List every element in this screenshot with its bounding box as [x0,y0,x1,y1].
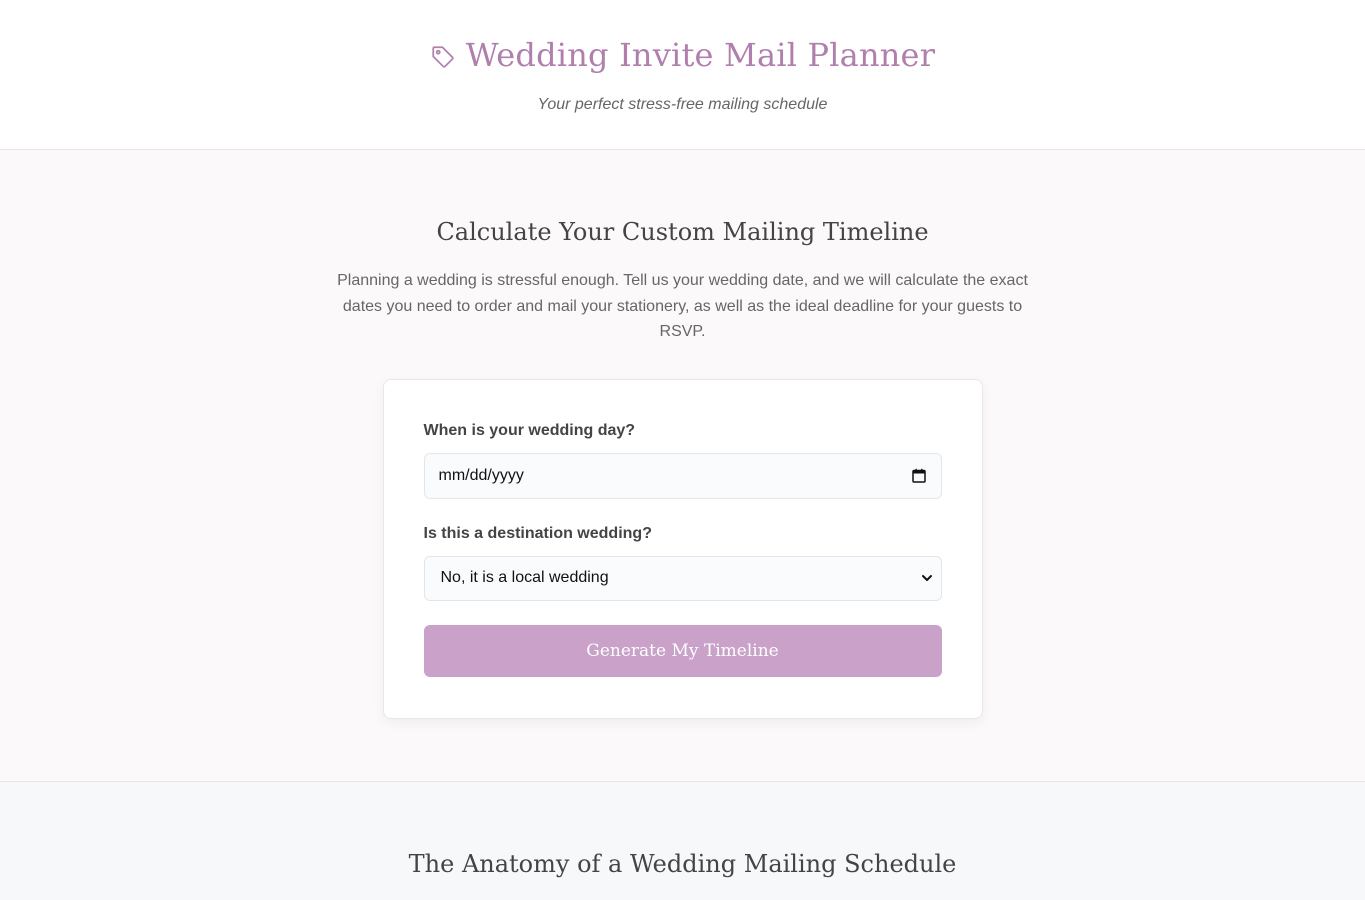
tag-icon [430,44,456,70]
calculator-intro: Planning a wedding is stressful enough. … [337,272,1028,340]
destination-selected-value: No, it is a local wedding [440,569,609,586]
title-row: Wedding Invite Mail Planner [0,36,1365,74]
calendar-icon[interactable] [911,468,927,484]
tagline: Your perfect stress-free mailing schedul… [537,96,828,113]
anatomy-heading: The Anatomy of a Wedding Mailing Schedul… [408,850,957,878]
anatomy-section: The Anatomy of a Wedding Mailing Schedul… [0,782,1365,900]
destination-label: Is this a destination wedding? [423,524,652,542]
wedding-date-input[interactable]: mm/dd/yyyy [423,452,942,499]
wedding-date-label: When is your wedding day? [423,421,636,439]
site-header: Wedding Invite Mail Planner Your perfect… [0,0,1365,150]
calculator-section: Calculate Your Custom Mailing Timeline P… [0,150,1365,782]
app-title: Wedding Invite Mail Planner [465,36,936,74]
generate-timeline-button[interactable]: Generate My Timeline [423,624,942,677]
calculator-heading: Calculate Your Custom Mailing Timeline [436,218,929,246]
wedding-date-value: mm/dd/yyyy [438,466,524,484]
destination-select[interactable]: No, it is a local wedding [423,555,942,601]
timeline-form-card: When is your wedding day? mm/dd/yyyy Is … [382,378,983,719]
chevron-down-icon [921,572,933,584]
